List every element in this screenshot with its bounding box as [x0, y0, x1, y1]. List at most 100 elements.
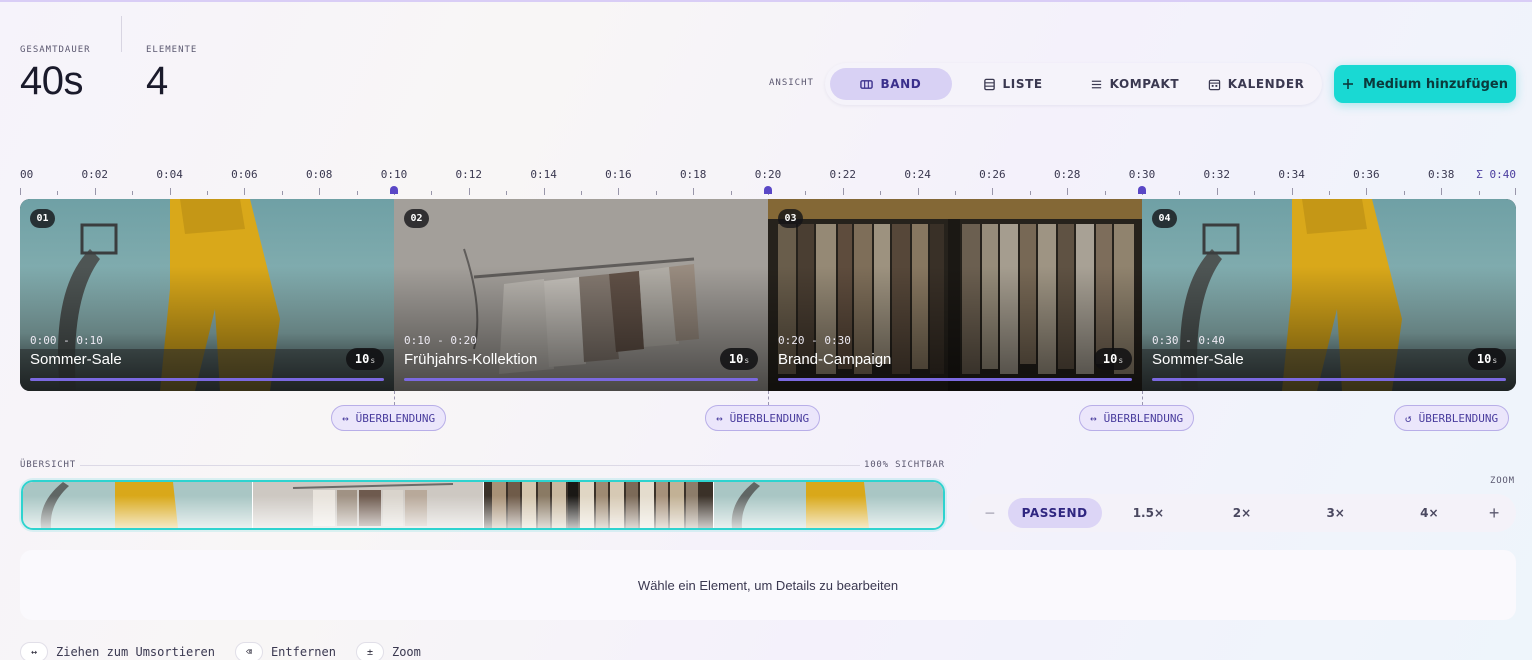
calendar-icon	[1208, 79, 1220, 90]
timeline-ruler[interactable]: 00 0:02 0:04 0:06 0:08 0:10 0:12 0:14 0:16 0:18 0:…	[20, 164, 1516, 198]
overview-fade	[483, 482, 713, 528]
ruler-label: 0:14	[530, 168, 557, 181]
ruler-tick	[1104, 191, 1106, 195]
stat-elements: ELEMENTE 4	[146, 45, 197, 104]
zoom-in-button[interactable]: +	[1476, 498, 1512, 528]
overview-fade	[253, 482, 483, 528]
ruler-tick	[581, 191, 582, 195]
top-accent-line	[0, 0, 1532, 2]
view-label: ANSICHT	[769, 78, 814, 88]
ruler-tick	[805, 191, 807, 195]
ruler-label: 0:02	[81, 168, 109, 181]
ruler-label: 0:16	[605, 168, 632, 181]
ruler-tick	[1403, 191, 1405, 195]
swap-icon: ↔	[716, 411, 723, 425]
ruler-tick	[917, 188, 919, 195]
stat-divider	[121, 16, 122, 52]
clip-index: 02	[404, 209, 429, 228]
ruler-label: 0:24	[904, 168, 931, 181]
clip-title: Frühjahrs-Kollektion	[404, 351, 538, 368]
details-placeholder: Wähle ein Element, um Details zu bearbei…	[637, 577, 899, 593]
ruler-tick	[1515, 188, 1516, 195]
clip-index: 04	[1152, 209, 1177, 228]
overview-visible: 100% SICHTBAR	[864, 460, 945, 470]
duration-number: 10	[1476, 352, 1492, 366]
ruler-tick	[1216, 188, 1218, 195]
transition-button-3[interactable]: ↔ ÜBERBLENDUNG	[1079, 405, 1195, 431]
view-tab-band[interactable]: BAND	[830, 68, 952, 100]
overview-thumb-4	[713, 482, 943, 528]
zoom-option-passend[interactable]: PASSEND	[1007, 498, 1102, 528]
overview-fade	[23, 482, 253, 528]
overview-thumb-2	[253, 482, 484, 528]
clip-range: 0:20 - 0:30	[778, 334, 851, 347]
view-tab-kalender[interactable]: KALENDER	[1195, 68, 1317, 100]
ruler-tick	[1067, 188, 1069, 195]
view-tab-label: LISTE	[1002, 77, 1043, 91]
ruler-label: 0:28	[1053, 168, 1081, 181]
list-icon	[983, 78, 995, 90]
ruler-tick	[319, 188, 321, 195]
ruler-end-label: Σ 0:40	[1476, 168, 1516, 181]
add-media-label: Medium hinzufügen	[1363, 76, 1508, 92]
ruler-tick	[655, 191, 657, 195]
clip-3[interactable]: 03 0:20 - 0:30 Brand-Campaign 10 s	[768, 199, 1142, 391]
ruler-label: 00	[20, 168, 34, 181]
duration-unit: s	[1492, 356, 1498, 365]
transition-button-4[interactable]: ↺ ÜBERBLENDUNG	[1394, 405, 1510, 431]
duration-unit: s	[370, 356, 376, 365]
ruler-tick	[169, 188, 171, 195]
zoom-option-3x[interactable]: 3×	[1289, 498, 1383, 528]
clip-2[interactable]: 02 0:10 - 0:20 Frühjahrs-Kollektion 10 s	[394, 199, 768, 391]
view-tab-label: KALENDER	[1227, 77, 1305, 91]
transition-label: ÜBERBLENDUNG	[729, 411, 810, 425]
ruler-label: 0:38	[1427, 168, 1455, 181]
transition-button-1[interactable]: ↔ ÜBERBLENDUNG	[331, 405, 447, 431]
ruler-tick	[1441, 188, 1443, 195]
zoom-control: − PASSEND 1.5× 2× 3× 4× +	[968, 494, 1516, 532]
menu-icon	[1091, 80, 1101, 88]
ruler-tick	[1366, 188, 1368, 195]
keyboard-hints: ↔ Ziehen zum Umsortieren ⌫ Entfernen ± Z…	[20, 642, 421, 660]
transition-label: ÜBERBLENDUNG	[1103, 411, 1184, 425]
timeline-band: 01 0:00 - 0:10 Sommer-Sale 10 s 02 0:10 -…	[20, 199, 1516, 391]
view-tab-kompakt[interactable]: KOMPAKT	[1074, 68, 1196, 100]
hint-zoom: ± Zoom	[355, 642, 421, 660]
overview-divider	[80, 465, 860, 466]
overview-minimap[interactable]	[21, 480, 945, 530]
clip-1[interactable]: 01 0:00 - 0:10 Sommer-Sale 10 s	[20, 199, 394, 391]
ruler-label: 0:30	[1128, 168, 1156, 181]
details-panel: Wähle ein Element, um Details zu bearbei…	[20, 550, 1516, 620]
duration-value: 40s	[20, 59, 83, 103]
duration-number: 10	[1102, 352, 1118, 366]
ruler-tick	[1029, 191, 1031, 195]
duration-number: 10	[354, 352, 370, 366]
clip-duration: 10 s	[1468, 348, 1506, 370]
transition-button-2[interactable]: ↔ ÜBERBLENDUNG	[705, 405, 821, 431]
clip-4[interactable]: 04 0:30 - 0:40 Sommer-Sale 10 s	[1142, 199, 1516, 391]
zoom-option-4x[interactable]: 4×	[1382, 498, 1476, 528]
ruler-tick	[431, 191, 433, 195]
drag-key-icon: ↔	[20, 642, 48, 660]
add-media-button[interactable]: Medium hinzufügen	[1334, 65, 1516, 103]
ruler-tick	[693, 188, 695, 195]
ruler-tick	[281, 191, 283, 195]
ruler-label: 0:32	[1203, 168, 1231, 181]
clip-range: 0:30 - 0:40	[1152, 334, 1225, 347]
clip-title: Sommer-Sale	[1152, 351, 1244, 368]
view-tab-liste[interactable]: LISTE	[952, 68, 1074, 100]
ruler-tick	[244, 188, 246, 195]
elements-value: 4	[146, 59, 168, 103]
ruler-label: 0:06	[231, 168, 258, 181]
zoom-option-2x[interactable]: 2×	[1195, 498, 1289, 528]
ruler-tick	[132, 191, 134, 195]
ruler-tick	[1329, 191, 1330, 195]
plus-minus-key-icon: ±	[355, 642, 384, 660]
clip-title: Sommer-Sale	[30, 351, 122, 368]
ruler-tick	[992, 188, 994, 195]
backspace-key-icon: ⌫	[234, 642, 263, 660]
zoom-out-button[interactable]: −	[972, 498, 1008, 528]
overview-thumb-3	[483, 482, 714, 528]
zoom-option-1-5x[interactable]: 1.5×	[1102, 498, 1196, 528]
duration-number: 10	[728, 352, 744, 366]
